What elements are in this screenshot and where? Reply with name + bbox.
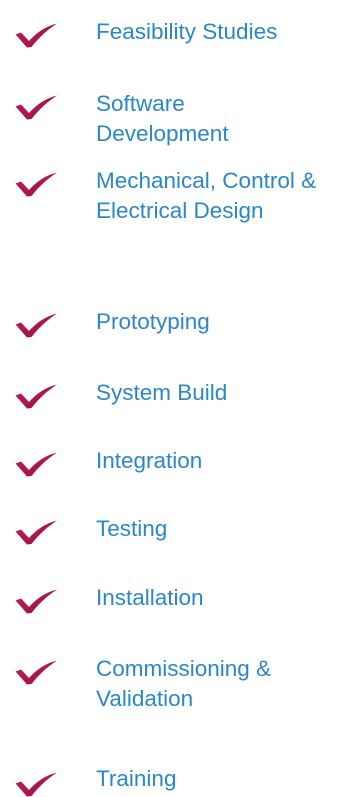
- services-list: Feasibility Studies Software Development…: [0, 0, 364, 795]
- checkmark-icon: [14, 771, 58, 797]
- checkmark-icon: [14, 659, 58, 685]
- service-link-installation[interactable]: Installation: [96, 583, 358, 613]
- service-link-system-build[interactable]: System Build: [96, 378, 358, 408]
- checkmark-icon: [14, 312, 58, 338]
- checkmark-icon: [14, 171, 58, 197]
- service-link-commissioning-validation[interactable]: Commissioning & Validation: [96, 654, 341, 714]
- service-link-design[interactable]: Mechanical, Control & Electrical Design: [96, 166, 351, 226]
- checkmark-icon: [14, 588, 58, 614]
- checkmark-icon: [14, 519, 58, 545]
- service-link-software-development[interactable]: Software Development: [96, 89, 286, 149]
- checkmark-icon: [14, 22, 58, 48]
- service-link-testing[interactable]: Testing: [96, 514, 358, 544]
- checkmark-icon: [14, 383, 58, 409]
- service-link-integration[interactable]: Integration: [96, 446, 358, 476]
- service-link-prototyping[interactable]: Prototyping: [96, 307, 358, 337]
- service-link-feasibility-studies[interactable]: Feasibility Studies: [96, 17, 358, 47]
- checkmark-icon: [14, 451, 58, 477]
- checkmark-icon: [14, 94, 58, 120]
- service-link-training[interactable]: Training: [96, 764, 358, 794]
